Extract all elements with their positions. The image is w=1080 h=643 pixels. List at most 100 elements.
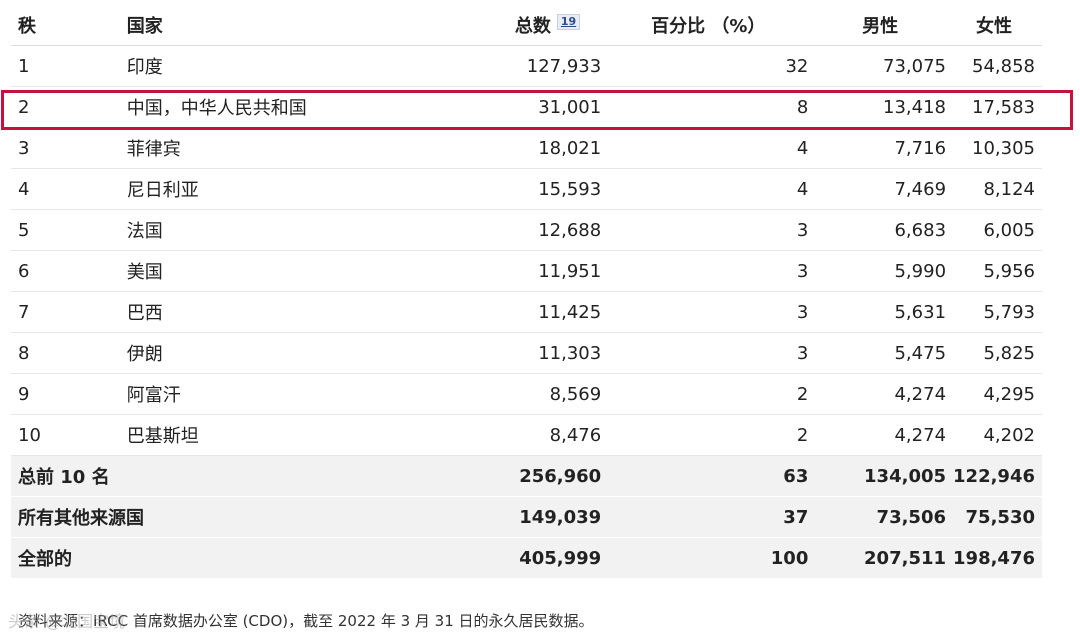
cell-female: 4,295 (953, 373, 1042, 415)
summary-percent: 37 (608, 496, 815, 538)
cell-total: 12,688 (382, 209, 609, 251)
summary-total: 256,960 (382, 455, 609, 497)
cell-percent: 4 (608, 168, 815, 210)
cell-male: 7,716 (814, 127, 954, 169)
cell-country: 印度 (70, 45, 383, 87)
summary-male: 207,511 (814, 537, 954, 579)
summary-percent: 100 (608, 537, 815, 579)
cell-rank: 2 (11, 86, 71, 128)
cell-rank: 9 (11, 373, 71, 415)
cell-total: 11,951 (382, 250, 609, 292)
cell-female: 5,793 (953, 291, 1042, 333)
table-row: 5 法国 12,688 3 6,683 6,005 (11, 209, 1042, 251)
cell-male: 6,683 (814, 209, 954, 251)
summary-female: 122,946 (953, 455, 1042, 497)
cell-country: 伊朗 (70, 332, 383, 374)
cell-male: 7,469 (814, 168, 954, 210)
cell-country: 巴西 (70, 291, 383, 333)
cell-female: 5,825 (953, 332, 1042, 374)
cell-rank: 6 (11, 250, 71, 292)
cell-total: 11,425 (382, 291, 609, 333)
cell-percent: 2 (608, 414, 815, 456)
cell-percent: 3 (608, 291, 815, 333)
cell-percent: 3 (608, 332, 815, 374)
table-row: 10 巴基斯坦 8,476 2 4,274 4,202 (11, 414, 1042, 456)
cell-rank: 3 (11, 127, 71, 169)
source-note: 资料来源：IRCC 首席数据办公室 (CDO)，截至 2022 年 3 月 31… (18, 612, 594, 630)
cell-total: 11,303 (382, 332, 609, 374)
summary-label: 所有其他来源国 (11, 496, 383, 538)
summary-male: 73,506 (814, 496, 954, 538)
cell-total: 31,001 (382, 86, 609, 128)
cell-rank: 1 (11, 45, 71, 87)
summary-female: 75,530 (953, 496, 1042, 538)
table-row: 7 巴西 11,425 3 5,631 5,793 (11, 291, 1042, 333)
header-female: 女性 (953, 4, 1042, 46)
cell-male: 4,274 (814, 414, 954, 456)
summary-male: 134,005 (814, 455, 954, 497)
cell-rank: 7 (11, 291, 71, 333)
summary-row: 全部的 405,999 100 207,511 198,476 (11, 537, 1042, 579)
cell-percent: 3 (608, 209, 815, 251)
cell-female: 17,583 (953, 86, 1042, 128)
header-rank: 秩 (11, 4, 71, 46)
immigration-table: 秩 国家 总数 19 百分比 （%） 男性 女性 1 印度 127,933 32 … (11, 4, 1042, 579)
header-total-label: 总数 (514, 15, 551, 37)
summary-total: 405,999 (382, 537, 609, 579)
cell-rank: 10 (11, 414, 71, 456)
table-row: 9 阿富汗 8,569 2 4,274 4,295 (11, 373, 1042, 415)
cell-total: 8,476 (382, 414, 609, 456)
page: 秩 国家 总数 19 百分比 （%） 男性 女性 1 印度 127,933 32 … (0, 0, 1080, 643)
cell-total: 8,569 (382, 373, 609, 415)
footnote-link[interactable]: 19 (556, 13, 581, 30)
cell-female: 8,124 (953, 168, 1042, 210)
cell-rank: 4 (11, 168, 71, 210)
cell-female: 10,305 (953, 127, 1042, 169)
cell-country: 菲律宾 (70, 127, 383, 169)
header-country: 国家 (70, 4, 383, 46)
cell-male: 73,075 (814, 45, 954, 87)
cell-male: 13,418 (814, 86, 954, 128)
cell-percent: 3 (608, 250, 815, 292)
cell-rank: 8 (11, 332, 71, 374)
cell-percent: 2 (608, 373, 815, 415)
cell-percent: 32 (608, 45, 815, 87)
cell-female: 54,858 (953, 45, 1042, 87)
cell-country: 中国，中华人民共和国 (70, 86, 383, 128)
cell-percent: 8 (608, 86, 815, 128)
summary-row: 所有其他来源国 149,039 37 73,506 75,530 (11, 496, 1042, 538)
table-row: 1 印度 127,933 32 73,075 54,858 (11, 45, 1042, 87)
cell-total: 127,933 (382, 45, 609, 87)
cell-country: 美国 (70, 250, 383, 292)
cell-total: 15,593 (382, 168, 609, 210)
summary-total: 149,039 (382, 496, 609, 538)
cell-total: 18,021 (382, 127, 609, 169)
cell-female: 5,956 (953, 250, 1042, 292)
summary-label: 总前 10 名 (11, 455, 383, 497)
summary-row: 总前 10 名 256,960 63 134,005 122,946 (11, 455, 1042, 497)
summary-female: 198,476 (953, 537, 1042, 579)
cell-country: 尼日利亚 (70, 168, 383, 210)
cell-male: 5,475 (814, 332, 954, 374)
cell-percent: 4 (608, 127, 815, 169)
header-percent: 百分比 （%） (608, 4, 815, 46)
cell-female: 6,005 (953, 209, 1042, 251)
table-header-row: 秩 国家 总数 19 百分比 （%） 男性 女性 (11, 4, 1042, 46)
summary-label: 全部的 (11, 537, 383, 579)
cell-rank: 5 (11, 209, 71, 251)
header-total: 总数 19 (382, 4, 609, 46)
table-row: 4 尼日利亚 15,593 4 7,469 8,124 (11, 168, 1042, 210)
cell-country: 巴基斯坦 (70, 414, 383, 456)
table-row: 2 中国，中华人民共和国 31,001 8 13,418 17,583 (11, 86, 1042, 128)
cell-country: 阿富汗 (70, 373, 383, 415)
cell-male: 4,274 (814, 373, 954, 415)
table-row: 8 伊朗 11,303 3 5,475 5,825 (11, 332, 1042, 374)
header-male: 男性 (814, 4, 954, 46)
table-row: 3 菲律宾 18,021 4 7,716 10,305 (11, 127, 1042, 169)
summary-percent: 63 (608, 455, 815, 497)
cell-country: 法国 (70, 209, 383, 251)
table-row: 6 美国 11,951 3 5,990 5,956 (11, 250, 1042, 292)
cell-male: 5,631 (814, 291, 954, 333)
cell-male: 5,990 (814, 250, 954, 292)
cell-female: 4,202 (953, 414, 1042, 456)
